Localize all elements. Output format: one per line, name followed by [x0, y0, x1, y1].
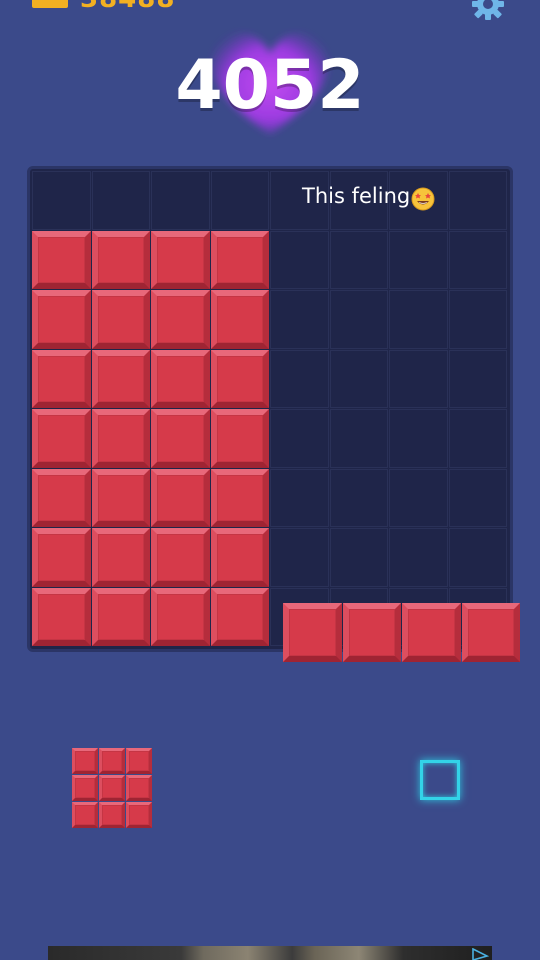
piece-block [99, 748, 125, 774]
board-block [151, 230, 210, 289]
board-cell [448, 171, 507, 230]
board-cell [448, 349, 507, 408]
dragging-piece[interactable] [283, 603, 523, 662]
tray-piece-1x1[interactable] [420, 760, 460, 800]
board-block [91, 290, 150, 349]
piece-block [283, 603, 342, 662]
gear-icon[interactable] [470, 0, 506, 22]
board-cell [448, 468, 507, 527]
piece-block [126, 802, 152, 828]
board-block [32, 409, 91, 468]
piece-block [126, 748, 152, 774]
piece-block [342, 603, 401, 662]
piece-block [72, 802, 98, 828]
board-block [151, 528, 210, 587]
game-board[interactable] [27, 166, 513, 652]
piece-block [99, 775, 125, 801]
board-cell [448, 230, 507, 289]
board-block [210, 230, 269, 289]
board-block [151, 409, 210, 468]
board-cell [329, 468, 388, 527]
board-cell [270, 528, 329, 587]
board-block [32, 468, 91, 527]
board-block [91, 349, 150, 408]
board-cell [448, 290, 507, 349]
board-block [32, 528, 91, 587]
piece-block [402, 603, 461, 662]
board-cell [448, 409, 507, 468]
board-block [210, 468, 269, 527]
board-cell [329, 230, 388, 289]
board-cell [270, 290, 329, 349]
board-cell [329, 528, 388, 587]
board-block [210, 349, 269, 408]
board-cell [329, 290, 388, 349]
board-cell [32, 171, 91, 230]
board-block [210, 290, 269, 349]
board-block [32, 349, 91, 408]
board-block [151, 349, 210, 408]
tray-piece-3x3[interactable] [72, 748, 154, 830]
piece-block [72, 775, 98, 801]
board-block [32, 587, 91, 646]
score-area: 4052 [0, 28, 540, 138]
board-block [91, 409, 150, 468]
board-block [91, 528, 150, 587]
board-cell [270, 409, 329, 468]
ad-banner[interactable] [48, 946, 492, 960]
piece-block [126, 775, 152, 801]
board-block [210, 587, 269, 646]
board-block [91, 230, 150, 289]
current-score: 4052 [175, 46, 365, 125]
board-block [210, 409, 269, 468]
board-cell [389, 349, 448, 408]
board-cell [151, 171, 210, 230]
piece-block [99, 802, 125, 828]
board-cell [389, 230, 448, 289]
best-score: 38488 [80, 0, 175, 14]
board-cell [210, 171, 269, 230]
board-block [210, 528, 269, 587]
board-cell [389, 290, 448, 349]
board-block [151, 587, 210, 646]
board-cell [270, 468, 329, 527]
board-cell [389, 528, 448, 587]
board-cell [329, 349, 388, 408]
star-struck-icon [411, 187, 435, 211]
board-block [151, 290, 210, 349]
board-cell [270, 349, 329, 408]
board-cell [91, 171, 150, 230]
board-block [91, 587, 150, 646]
board-block [32, 230, 91, 289]
board-cell [448, 528, 507, 587]
board-cell [389, 409, 448, 468]
crown-icon [32, 0, 68, 8]
board-block [91, 468, 150, 527]
board-cell [270, 230, 329, 289]
piece-block [72, 748, 98, 774]
ad-choices-icon[interactable] [470, 948, 490, 960]
board-block [151, 468, 210, 527]
piece-block [461, 603, 520, 662]
floating-text: This feling [302, 184, 411, 208]
board-block [32, 290, 91, 349]
board-cell [389, 468, 448, 527]
board-cell [329, 409, 388, 468]
